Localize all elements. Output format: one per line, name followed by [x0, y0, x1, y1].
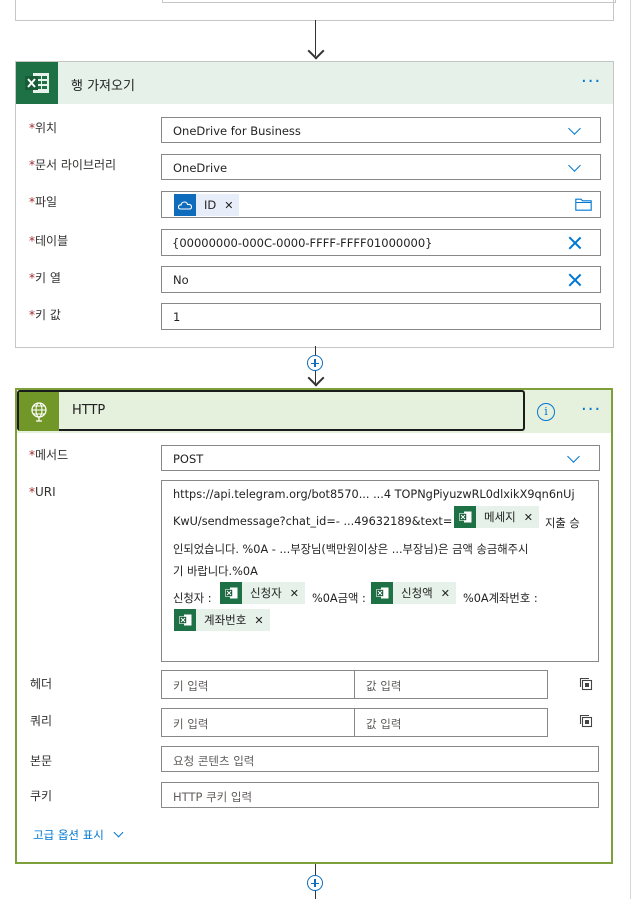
uri-text-line: KwU/sendmessage?chat_id=- ...49632189&te… [173, 515, 453, 528]
field-label-uri: *URI [29, 485, 56, 499]
token-message[interactable]: 메세지 ✕ [454, 506, 539, 528]
add-step-icon[interactable] [307, 875, 323, 891]
body-input[interactable]: 요청 콘텐츠 입력 [161, 746, 599, 772]
card-title: HTTP [72, 403, 106, 418]
remove-token-icon[interactable]: ✕ [254, 614, 263, 627]
connector-arrow-icon [307, 369, 325, 387]
clear-icon[interactable] [568, 236, 582, 250]
excel-icon [454, 506, 476, 528]
connector-arrow-icon [307, 42, 325, 60]
copy-icon[interactable] [579, 677, 593, 691]
field-label-body: 본문 [30, 754, 53, 768]
folder-icon[interactable] [575, 198, 592, 211]
more-dots-icon[interactable]: ··· [581, 399, 601, 420]
remove-token-icon[interactable]: ✕ [524, 511, 533, 524]
header-key-input[interactable]: 키 입력 [161, 670, 355, 699]
uri-text-line: 신청자 : [173, 592, 212, 605]
excel-icon [371, 582, 393, 604]
info-icon[interactable]: i [537, 403, 555, 421]
excel-icon [16, 62, 58, 104]
field-label-method: *메서드 [29, 448, 69, 462]
card-title: 행 가져오기 [71, 79, 135, 94]
previous-step-card [15, 0, 616, 21]
remove-token-icon[interactable]: ✕ [441, 587, 450, 600]
uri-text-line: %0A금액 : [312, 592, 366, 605]
key-column-field[interactable]: No [161, 266, 601, 293]
file-picker[interactable]: ID ✕ [161, 191, 601, 218]
uri-input[interactable]: https://api.telegram.org/bot8570... ...4… [161, 480, 599, 662]
more-dots-icon[interactable]: ··· [581, 71, 601, 92]
token-applicant[interactable]: 신청자 ✕ [220, 582, 305, 604]
method-dropdown[interactable]: POST [161, 445, 600, 471]
http-header[interactable]: HTTP i ··· [17, 390, 611, 433]
scrollbar-track[interactable] [630, 0, 631, 899]
token-amount[interactable]: 신청액 ✕ [371, 582, 456, 604]
cookie-input[interactable]: HTTP 쿠키 입력 [161, 782, 599, 808]
field-label-library: *문서 라이브러리 [29, 158, 117, 172]
excel-icon [174, 609, 196, 631]
clear-icon[interactable] [568, 273, 582, 287]
globe-icon [19, 392, 59, 431]
key-value-input[interactable]: 1 [161, 303, 601, 330]
uri-text-line: %0A계좌번호 : [463, 592, 538, 605]
uri-text-line: https://api.telegram.org/bot8570... ...4… [173, 488, 575, 501]
token-id[interactable]: ID ✕ [174, 194, 240, 216]
query-key-input[interactable]: 키 입력 [161, 708, 355, 737]
header-value-input[interactable]: 값 입력 [354, 670, 548, 699]
uri-text-line: 기 바랍니다.%0A [173, 565, 258, 578]
show-advanced-options-link[interactable]: 고급 옵션 표시 [33, 827, 124, 843]
field-label-file: *파일 [29, 195, 58, 209]
location-dropdown[interactable]: OneDrive for Business [161, 117, 601, 143]
query-value-input[interactable]: 값 입력 [354, 708, 548, 737]
field-label-location: *위치 [29, 121, 58, 135]
chevron-down-icon [568, 159, 581, 172]
field-label-cookie: 쿠키 [30, 789, 53, 803]
chevron-down-icon [567, 450, 580, 463]
remove-token-icon[interactable]: ✕ [290, 587, 299, 600]
uri-text-line: 지출 승 [545, 517, 580, 530]
field-label-headers: 헤더 [30, 677, 53, 691]
field-label-key-column: *키 열 [29, 271, 61, 285]
previous-step-field [162, 0, 616, 3]
remove-token-icon[interactable]: ✕ [224, 199, 233, 212]
onedrive-icon [174, 194, 196, 216]
uri-text-line: 인되었습니다. %0A - ...부장님(백만원이상은 ...부장님)은 금액 … [173, 543, 529, 556]
token-account[interactable]: 계좌번호 ✕ [174, 609, 270, 631]
copy-icon[interactable] [579, 714, 593, 728]
get-rows-header[interactable]: 행 가져오기 ··· [16, 62, 613, 104]
field-label-queries: 쿼리 [30, 714, 53, 728]
chevron-down-icon [568, 122, 581, 135]
library-dropdown[interactable]: OneDrive [161, 154, 601, 180]
field-label-table: *테이블 [29, 234, 69, 248]
get-rows-card: 행 가져오기 ··· *위치 OneDrive for Business *문서… [15, 61, 614, 348]
field-label-key-value: *키 값 [29, 308, 61, 322]
table-field[interactable]: {00000000-000C-0000-FFFF-FFFF01000000} [161, 229, 601, 256]
excel-icon [220, 582, 242, 604]
